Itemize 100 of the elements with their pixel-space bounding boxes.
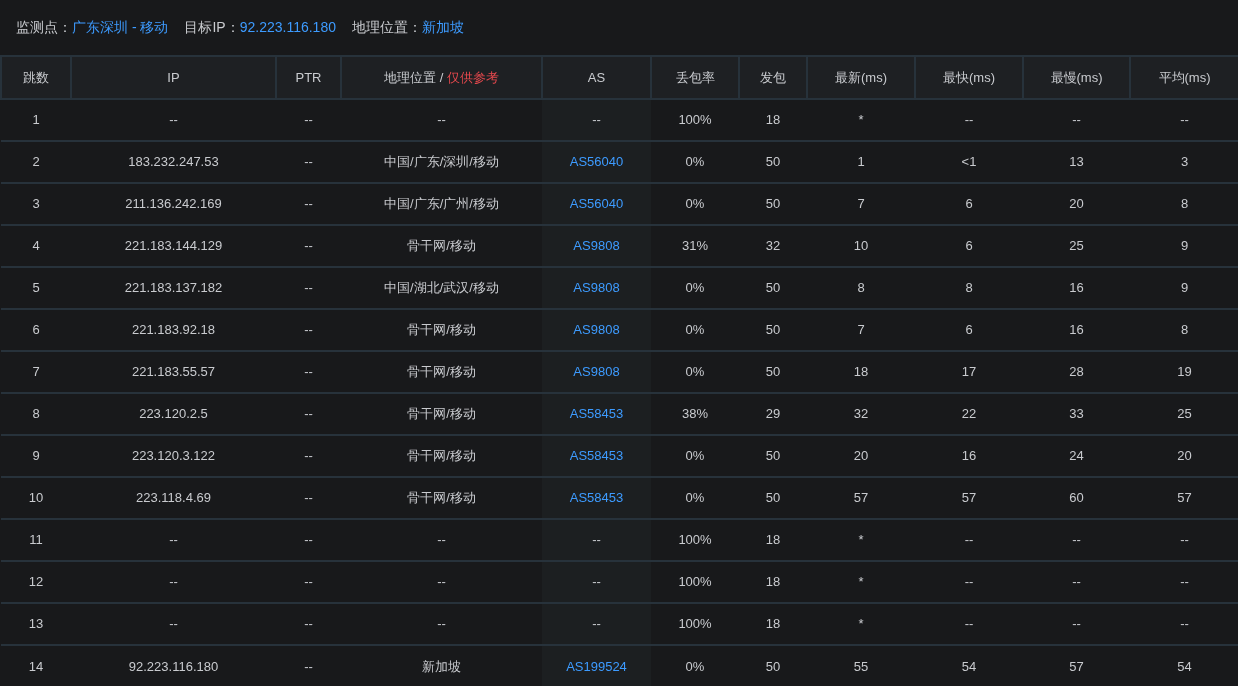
table-cell: 7 — [807, 183, 915, 225]
column-header: 最慢(ms) — [1023, 56, 1130, 99]
table-cell: 0% — [651, 435, 739, 477]
table-cell: -- — [276, 267, 341, 309]
table-cell: 50 — [739, 267, 807, 309]
table-cell: * — [807, 561, 915, 603]
table-cell: 9 — [1130, 267, 1238, 309]
table-cell: -- — [276, 603, 341, 645]
table-cell: 8 — [807, 267, 915, 309]
table-cell: 12 — [1, 561, 71, 603]
table-cell: -- — [276, 309, 341, 351]
table-cell: 183.232.247.53 — [71, 141, 276, 183]
table-cell: 25 — [1130, 393, 1238, 435]
as-link[interactable]: AS58453 — [569, 448, 624, 464]
table-cell: 16 — [1023, 267, 1130, 309]
table-cell: 221.183.137.182 — [71, 267, 276, 309]
table-cell: 10 — [1, 477, 71, 519]
table-cell: 57 — [1023, 645, 1130, 686]
table-cell: 22 — [915, 393, 1023, 435]
table-cell: 100% — [651, 99, 739, 141]
table-cell: 57 — [807, 477, 915, 519]
table-cell: 20 — [807, 435, 915, 477]
table-cell: 18 — [807, 351, 915, 393]
table-cell: 54 — [1130, 645, 1238, 686]
table-cell: * — [807, 603, 915, 645]
table-cell: 32 — [739, 225, 807, 267]
table-cell: 50 — [739, 141, 807, 183]
table-cell: -- — [71, 603, 276, 645]
as-link[interactable]: AS9808 — [573, 280, 620, 296]
table-cell: -- — [71, 561, 276, 603]
table-cell: 18 — [739, 519, 807, 561]
as-link[interactable]: AS56040 — [569, 154, 624, 170]
table-cell: 9 — [1130, 225, 1238, 267]
table-cell: 1 — [1, 99, 71, 141]
table-cell: -- — [276, 99, 341, 141]
table-cell: 0% — [651, 477, 739, 519]
table-cell: 211.136.242.169 — [71, 183, 276, 225]
table-cell: * — [807, 99, 915, 141]
table-cell: 32 — [807, 393, 915, 435]
summary-value: 92.223.116.180 — [239, 18, 336, 37]
table-cell: * — [807, 519, 915, 561]
table-cell: 18 — [739, 99, 807, 141]
table-cell: -- — [276, 225, 341, 267]
table-cell: 223.120.3.122 — [71, 435, 276, 477]
table-cell: 28 — [1023, 351, 1130, 393]
table-cell: 8 — [1130, 183, 1238, 225]
table-cell: 0% — [651, 183, 739, 225]
table-cell: -- — [276, 351, 341, 393]
table-cell: -- — [915, 99, 1023, 141]
table-cell: 5 — [1, 267, 71, 309]
as-link[interactable]: AS9808 — [573, 364, 620, 380]
table-cell: 6 — [915, 309, 1023, 351]
table-cell: -- — [1023, 603, 1130, 645]
table-cell: -- — [915, 519, 1023, 561]
table-cell: -- — [592, 616, 601, 632]
table-cell: -- — [276, 183, 341, 225]
table-cell: 6 — [915, 225, 1023, 267]
as-link[interactable]: AS9808 — [573, 238, 620, 254]
table-cell: -- — [276, 477, 341, 519]
column-header: IP — [71, 56, 276, 99]
as-link[interactable]: AS56040 — [569, 196, 624, 212]
table-cell: 20 — [1023, 183, 1130, 225]
table-cell: 18 — [739, 603, 807, 645]
table-cell: 3 — [1, 183, 71, 225]
table-cell: 221.183.92.18 — [71, 309, 276, 351]
table-cell: 4 — [1, 225, 71, 267]
table-cell: 100% — [651, 561, 739, 603]
table-cell: 16 — [915, 435, 1023, 477]
summary-label: 目标IP： — [184, 18, 240, 37]
table-cell: 25 — [1023, 225, 1130, 267]
as-link[interactable]: AS9808 — [573, 322, 620, 338]
table-cell: 221.183.55.57 — [71, 351, 276, 393]
table-cell: 50 — [739, 477, 807, 519]
table-cell: 100% — [651, 519, 739, 561]
table-cell: 8 — [1130, 309, 1238, 351]
table-cell: 3 — [1130, 141, 1238, 183]
table-cell: 54 — [915, 645, 1023, 686]
summary-label: 地理位置： — [351, 18, 422, 37]
table-cell: 0% — [651, 351, 739, 393]
table-cell: 9 — [1, 435, 71, 477]
column-header: 最快(ms) — [915, 56, 1023, 99]
table-cell: 221.183.144.129 — [71, 225, 276, 267]
table-cell: 8 — [1, 393, 71, 435]
table-cell: 55 — [807, 645, 915, 686]
column-header: 地理位置 / 仅供参考 — [341, 56, 542, 99]
table-cell: 6 — [1, 309, 71, 351]
summary-value: 广东深圳 - 移动 — [72, 18, 169, 37]
table-cell: -- — [276, 141, 341, 183]
table-cell: 0% — [651, 309, 739, 351]
table-cell: -- — [276, 645, 341, 686]
table-cell: -- — [1130, 561, 1238, 603]
table-cell: -- — [1130, 99, 1238, 141]
table-cell: -- — [592, 112, 601, 128]
table-cell: 24 — [1023, 435, 1130, 477]
table-cell: -- — [915, 561, 1023, 603]
as-link[interactable]: AS58453 — [569, 490, 624, 506]
table-cell: -- — [276, 435, 341, 477]
table-cell: 31% — [651, 225, 739, 267]
table-cell: 50 — [739, 309, 807, 351]
as-link[interactable]: AS58453 — [569, 406, 624, 422]
